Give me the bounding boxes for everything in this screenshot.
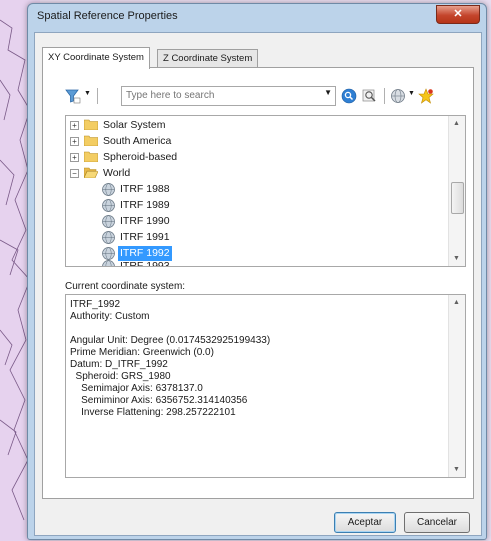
globe-icon [102,231,115,244]
coordinate-system-description: ITRF_1992 Authority: Custom Angular Unit… [70,299,271,418]
spatial-reference-dialog: Spatial Reference Properties ✕ XY Coordi… [27,3,487,540]
tree-item-label: ITRF 1991 [120,231,170,243]
toolbar-separator [384,88,385,104]
search-box: ▼ [121,86,336,106]
close-icon: ✕ [453,8,463,20]
filter-icon[interactable] [65,88,81,104]
tree-item-label: ITRF 1993 [120,260,170,267]
globe-add-icon[interactable] [390,88,406,104]
add-dropdown-arrow-icon[interactable]: ▼ [408,90,415,97]
favorites-star-icon[interactable] [418,88,434,104]
tab-xy-coordinate-system[interactable]: XY Coordinate System [42,47,150,69]
tree-item-label: World [103,167,131,179]
folder-icon [84,119,98,130]
globe-icon [102,260,115,266]
title-bar: Spatial Reference Properties ✕ [28,4,486,30]
globe-icon [102,215,115,228]
tree-item-label: ITRF 1990 [120,215,170,227]
tree-item-label: ITRF 1989 [120,199,170,211]
search-extent-icon[interactable] [362,88,378,104]
toolbar: ▼ ▼ [65,86,465,106]
tree-item-label: South America [103,135,172,147]
search-dropdown-arrow-icon[interactable]: ▼ [324,88,332,97]
tree-item-label: Spheroid-based [103,151,178,163]
expand-icon[interactable]: + [70,137,79,146]
cancel-button[interactable]: Cancelar [404,512,470,533]
scroll-up-icon[interactable]: ▲ [453,299,460,306]
folder-icon [84,151,98,162]
toolbar-separator [97,88,98,104]
globe-icon [102,183,115,196]
expand-icon[interactable]: + [70,153,79,162]
tab-label: XY Coordinate System [48,52,144,63]
xy-tab-panel: ▼ ▼ [42,67,474,499]
tree-item-label: ITRF 1988 [120,183,170,195]
dialog-client-area: XY Coordinate System Z Coordinate System… [34,32,482,536]
close-button[interactable]: ✕ [436,5,480,24]
collapse-icon[interactable]: − [70,169,79,178]
expand-icon[interactable]: + [70,121,79,130]
search-icon[interactable] [341,88,357,104]
scroll-up-icon[interactable]: ▲ [453,120,460,127]
tree-scrollbar[interactable]: ▲ ▼ [448,116,465,266]
tree-item-label: Solar System [103,119,166,131]
scroll-down-icon[interactable]: ▼ [453,466,460,473]
details-scrollbar[interactable]: ▲ ▼ [448,295,465,477]
scroll-down-icon[interactable]: ▼ [453,255,460,262]
tab-label: Z Coordinate System [163,53,253,64]
filter-dropdown-arrow-icon[interactable]: ▼ [84,90,91,97]
globe-icon [102,199,115,212]
globe-icon [102,247,115,260]
current-coordinate-system-label: Current coordinate system: [65,281,186,292]
search-input[interactable] [122,87,320,103]
current-coordinate-system-details[interactable]: ITRF_1992 Authority: Custom Angular Unit… [65,294,466,478]
tab-z-coordinate-system[interactable]: Z Coordinate System [157,49,259,68]
ok-button[interactable]: Aceptar [334,512,396,533]
open-folder-icon [84,167,98,178]
scrollbar-thumb[interactable] [451,182,464,214]
folder-icon [84,135,98,146]
coordinate-system-tree[interactable]: + Solar System + South America + Spheroi… [65,115,466,267]
dialog-title: Spatial Reference Properties [37,10,178,22]
